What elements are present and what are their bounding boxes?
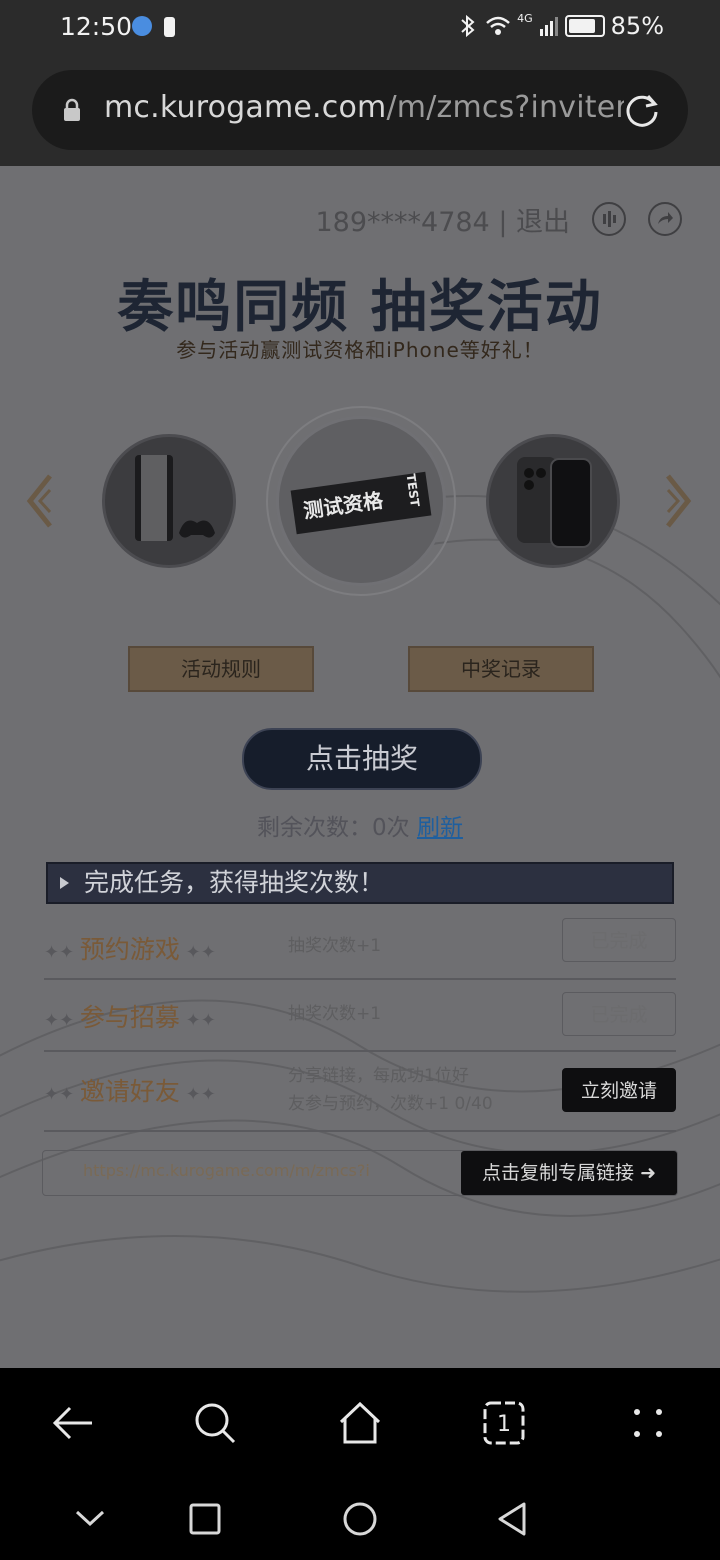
back-triangle-icon[interactable] xyxy=(490,1496,536,1542)
status-bar: 12:50 4G 85% xyxy=(0,0,720,56)
logout-link[interactable]: 退出 xyxy=(516,207,570,238)
browser-address-area: mc.kurogame.com/m/zmcs?inviter xyxy=(0,56,720,166)
prize-iphone[interactable] xyxy=(486,434,620,568)
sparkle-icon: ✦✦ xyxy=(44,942,80,963)
user-info: 189****4784 | 退出 xyxy=(315,200,570,239)
task-header-text: 完成任务，获得抽奖次数！ xyxy=(84,868,385,897)
page-subtitle: 参与活动赢测试资格和iPhone等好礼！ xyxy=(176,338,544,362)
sparkle-icon: ✦✦ xyxy=(179,1010,216,1031)
arrow-right-icon: ➜ xyxy=(640,1162,656,1184)
task-name-text: 邀请好友 xyxy=(79,1077,180,1106)
task-row: ✦✦ 参与招募 ✦✦ 抽奖次数+1 已完成 xyxy=(44,978,676,1052)
url-host: mc.kurogame.com xyxy=(104,90,387,125)
task-reward-line2: 友参与预约，次数+1 0/40 xyxy=(288,1094,493,1114)
network-type-label: 4G xyxy=(517,11,533,25)
task-status-button[interactable]: 已完成 xyxy=(562,918,676,962)
task-name-text: 预约游戏 xyxy=(79,935,180,964)
task-reward-line1: 分享链接，每成功1位好 xyxy=(288,1066,469,1086)
prize-test-qualification[interactable]: 测试资格 TEST xyxy=(276,416,446,586)
reload-icon[interactable] xyxy=(622,90,662,130)
svg-text:1: 1 xyxy=(497,1412,511,1437)
expand-triangle-icon xyxy=(60,877,69,889)
url-text[interactable]: mc.kurogame.com/m/zmcs?inviter xyxy=(104,90,624,130)
task-name: ✦✦ 参与招募 ✦✦ xyxy=(44,998,216,1034)
home-icon[interactable] xyxy=(335,1398,385,1448)
back-arrow-icon[interactable] xyxy=(48,1398,98,1448)
task-row: ✦✦ 预约游戏 ✦✦ 抽奖次数+1 已完成 xyxy=(44,916,676,980)
task-name: ✦✦ 预约游戏 ✦✦ xyxy=(44,930,216,966)
task-reward: 抽奖次数+1 xyxy=(288,936,382,956)
task-name: ✦✦ 邀请好友 ✦✦ xyxy=(44,1072,216,1108)
copy-link-label: 点击复制专属链接 xyxy=(482,1162,635,1184)
ticket-tag: TEST xyxy=(403,472,422,508)
refresh-link[interactable]: 刷新 xyxy=(417,815,463,841)
alert-notification-icon xyxy=(164,17,175,37)
share-button[interactable] xyxy=(648,202,682,236)
battery-icon xyxy=(564,15,605,37)
user-separator: | xyxy=(489,207,516,238)
bluetooth-icon xyxy=(461,14,475,38)
sound-toggle-button[interactable] xyxy=(592,202,626,236)
wifi-icon xyxy=(486,16,510,35)
battery-percent: 85% xyxy=(610,12,664,40)
share-icon xyxy=(658,212,673,224)
sound-icon xyxy=(603,211,616,227)
task-reward: 抽奖次数+1 xyxy=(288,1004,382,1024)
invite-link-bar: https://mc.kurogame.com/m/zmcs?i 点击复制专属链… xyxy=(42,1150,678,1196)
signal-icon xyxy=(539,17,558,36)
lock-icon xyxy=(64,98,80,121)
status-time: 12:50 xyxy=(60,12,133,41)
chevron-down-icon[interactable] xyxy=(67,1496,113,1542)
system-nav-bar xyxy=(0,1478,720,1560)
carousel-next-icon[interactable] xyxy=(662,472,694,530)
url-path: /m/zmcs?inviter xyxy=(386,90,624,125)
invite-button[interactable]: 立刻邀请 xyxy=(562,1068,676,1112)
prize-records-button[interactable]: 中奖记录 xyxy=(408,646,594,692)
task-header[interactable]: 完成任务，获得抽奖次数！ xyxy=(46,862,674,904)
ticket-text: 测试资格 xyxy=(301,488,385,523)
prize-console[interactable] xyxy=(102,434,236,568)
app-notification-icon xyxy=(132,16,152,36)
menu-dots-icon[interactable] xyxy=(623,1398,673,1448)
masked-phone: 189****4784 xyxy=(315,207,490,238)
invite-link-text: https://mc.kurogame.com/m/zmcs?i xyxy=(83,1161,370,1180)
browser-toolbar: 1 xyxy=(0,1368,720,1478)
remaining-label: 剩余次数： xyxy=(257,815,373,841)
page-title: 奏鸣同频 抽奖活动 xyxy=(117,274,603,340)
sparkle-icon: ✦✦ xyxy=(179,1084,216,1105)
search-icon[interactable] xyxy=(190,1398,240,1448)
home-circle-icon[interactable] xyxy=(337,1496,383,1542)
task-row: ✦✦ 邀请好友 ✦✦ 分享链接，每成功1位好友参与预约，次数+1 0/40 立刻… xyxy=(44,1050,676,1132)
task-name-text: 参与招募 xyxy=(79,1003,180,1032)
tabs-icon[interactable]: 1 xyxy=(479,1398,529,1448)
iphone-image xyxy=(517,457,592,548)
rules-button[interactable]: 活动规则 xyxy=(128,646,314,692)
remaining-count: 剩余次数：0次 刷新 xyxy=(0,808,720,842)
carousel-prev-icon[interactable] xyxy=(24,472,56,530)
sparkle-icon: ✦✦ xyxy=(44,1084,80,1105)
console-image xyxy=(135,455,215,541)
task-status-button[interactable]: 已完成 xyxy=(562,992,676,1036)
sparkle-icon: ✦✦ xyxy=(179,942,216,963)
sparkle-icon: ✦✦ xyxy=(44,1010,80,1031)
address-bar[interactable]: mc.kurogame.com/m/zmcs?inviter xyxy=(32,70,688,150)
test-ticket-image: 测试资格 TEST xyxy=(290,471,432,535)
page-content: 189****4784 | 退出 奏鸣同频 抽奖活动 参与活动赢测试资格和iPh… xyxy=(0,166,720,1368)
recents-square-icon[interactable] xyxy=(182,1496,228,1542)
status-right: 4G 85% xyxy=(457,12,664,40)
task-reward: 分享链接，每成功1位好友参与预约，次数+1 0/40 xyxy=(288,1062,493,1118)
draw-button[interactable]: 点击抽奖 xyxy=(242,728,482,790)
copy-link-button[interactable]: 点击复制专属链接 ➜ xyxy=(461,1151,677,1195)
remaining-value: 0次 xyxy=(372,815,410,841)
